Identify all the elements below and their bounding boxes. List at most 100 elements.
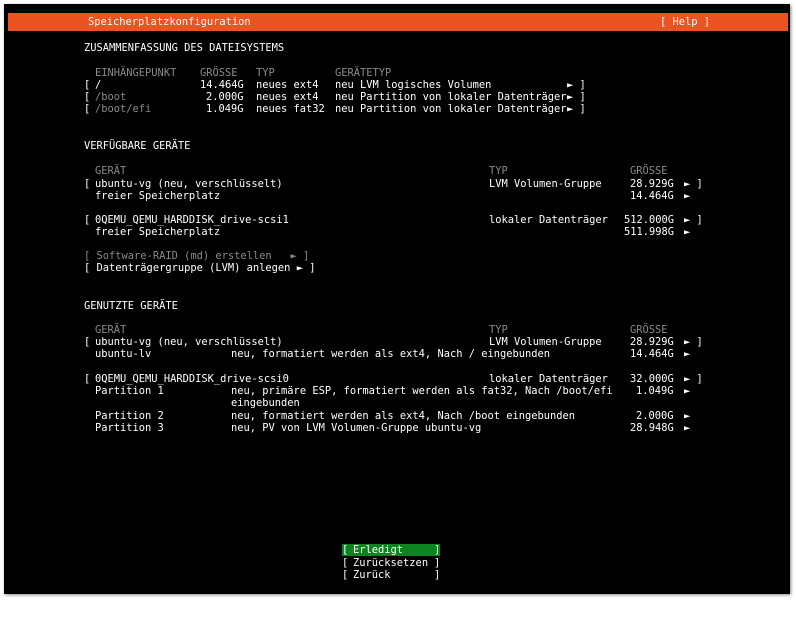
col-device: GERÄT — [95, 324, 127, 336]
fs-row-boot[interactable]: [ /boot 2.000G neues ext4 neu Partition … — [84, 91, 684, 103]
installer-screen: Speicherplatzkonfiguration [ Help ] ZUSA… — [4, 4, 790, 594]
col-mountpoint: EINHÄNGEPUNKT — [95, 67, 177, 79]
used-row-partition-1[interactable]: Partition 1 neu, primäre ESP, formatiert… — [84, 385, 724, 409]
col-type: TYP — [489, 324, 508, 336]
device-size: 512.000G — [624, 214, 675, 226]
bracket-open: [ — [84, 103, 91, 115]
device-name: 0QEMU_QEMU_HARDDISK_drive-scsi1 — [95, 214, 289, 226]
mountpoint: / — [95, 79, 102, 91]
back-button[interactable]: [ Zurück ] — [342, 569, 440, 581]
type: neues ext4 — [256, 79, 319, 91]
device-desc-continued: eingebunden — [231, 397, 300, 409]
available-row-free-space[interactable]: freier Speicherplatz 511.998G ► — [84, 226, 724, 238]
used-row-partition-3[interactable]: Partition 3 neu, PV von LVM Volumen-Grup… — [84, 422, 724, 434]
fs-row-boot-efi[interactable]: [ /boot/efi 1.049G neues fat32 neu Parti… — [84, 103, 684, 115]
create-raid-button[interactable]: [ Software-RAID (md) erstellen ► ] — [84, 250, 309, 262]
button-label: Zurück — [353, 569, 391, 581]
bracket-open: [ — [84, 373, 91, 385]
device-name: ubuntu-vg (neu, verschlüsselt) — [95, 178, 283, 190]
bracket-open: [ — [84, 79, 91, 91]
arrow-right-icon[interactable]: ► ] — [684, 178, 703, 190]
devtype: neu Partition von lokaler Datenträger — [335, 91, 567, 103]
bracket-open: [ — [84, 214, 91, 226]
bracket-open: [ — [84, 91, 91, 103]
available-columns: GERÄT TYP GRÖSSE — [84, 165, 724, 177]
arrow-right-icon[interactable]: ► — [684, 190, 690, 202]
device-size: 1.049G — [636, 385, 674, 397]
device-name: freier Speicherplatz — [95, 190, 221, 202]
device-type: LVM Volumen-Gruppe — [489, 178, 602, 190]
bracket-open: [ — [84, 336, 91, 348]
size: 1.049G — [206, 103, 244, 115]
col-size: GRÖSSE — [630, 165, 668, 177]
arrow-right-icon[interactable]: ► ] — [684, 214, 703, 226]
used-row-partition-2[interactable]: Partition 2 neu, formatiert werden als e… — [84, 410, 724, 422]
used-row-scsi0[interactable]: [ 0QEMU_QEMU_HARDDISK_drive-scsi0 lokale… — [84, 373, 724, 385]
device-size: 14.464G — [630, 348, 674, 360]
bracket-close: ] — [434, 557, 441, 569]
arrow-right-icon[interactable]: ► ] — [567, 103, 586, 115]
create-lvm-button[interactable]: [ Datenträgergruppe (LVM) anlegen ► ] — [84, 262, 315, 274]
device-type: lokaler Datenträger — [489, 373, 608, 385]
done-button[interactable]: [ Erledigt ] — [342, 544, 440, 556]
bracket-close: ] — [434, 544, 441, 556]
device-desc: neu, PV von LVM Volumen-Gruppe ubuntu-vg — [231, 422, 482, 434]
device-size: 28.948G — [630, 422, 674, 434]
col-size: GRÖSSE — [630, 324, 668, 336]
arrow-right-icon[interactable]: ► — [684, 385, 690, 397]
help-button[interactable]: [ Help ] — [660, 16, 710, 28]
button-label: Erledigt — [353, 544, 404, 556]
col-size: GRÖSSE — [200, 67, 238, 79]
col-devtype: GERÄTETYP — [335, 67, 392, 79]
button-label: Zurücksetzen — [353, 557, 429, 569]
used-row-ubuntu-vg[interactable]: [ ubuntu-vg (neu, verschlüsselt) LVM Vol… — [84, 336, 724, 348]
arrow-right-icon[interactable]: ► — [684, 226, 690, 238]
size: 2.000G — [206, 91, 244, 103]
col-device: GERÄT — [95, 165, 127, 177]
type: neues ext4 — [256, 91, 319, 103]
available-row-free-space[interactable]: freier Speicherplatz 14.464G ► — [84, 190, 724, 202]
device-size: 32.000G — [630, 373, 674, 385]
available-row-ubuntu-vg[interactable]: [ ubuntu-vg (neu, verschlüsselt) LVM Vol… — [84, 178, 724, 190]
arrow-right-icon[interactable]: ► ] — [684, 373, 703, 385]
devtype: neu LVM logisches Volumen — [335, 79, 492, 91]
device-type: lokaler Datenträger — [489, 214, 608, 226]
arrow-right-icon[interactable]: ► ] — [684, 336, 703, 348]
arrow-right-icon[interactable]: ► — [684, 348, 690, 360]
reset-button[interactable]: [ Zurücksetzen ] — [342, 557, 440, 569]
arrow-right-icon[interactable]: ► ] — [567, 79, 586, 91]
mountpoint: /boot/efi — [95, 103, 152, 115]
device-desc: neu, formatiert werden als ext4, Nach / … — [231, 348, 551, 360]
device-name: ubuntu-vg (neu, verschlüsselt) — [95, 336, 283, 348]
device-name: 0QEMU_QEMU_HARDDISK_drive-scsi0 — [95, 373, 289, 385]
bracket-open: [ — [342, 544, 349, 556]
size: 14.464G — [200, 79, 244, 91]
device-name: Partition 1 — [95, 385, 164, 397]
arrow-right-icon[interactable]: ► — [684, 422, 690, 434]
used-row-ubuntu-lv[interactable]: ubuntu-lv neu, formatiert werden als ext… — [84, 348, 724, 360]
header-bar: Speicherplatzkonfiguration [ Help ] — [8, 13, 788, 31]
device-name: Partition 3 — [95, 422, 164, 434]
used-devices-heading: GENUTZTE GERÄTE — [84, 300, 178, 312]
device-name: ubuntu-lv — [95, 348, 152, 360]
devtype: neu Partition von lokaler Datenträger — [335, 103, 567, 115]
device-size: 28.929G — [630, 178, 674, 190]
type: neues fat32 — [256, 103, 325, 115]
device-name: freier Speicherplatz — [95, 226, 221, 238]
device-size: 511.998G — [624, 226, 675, 238]
available-devices-heading: VERFÜGBARE GERÄTE — [84, 140, 191, 152]
fs-summary-heading: ZUSAMMENFASSUNG DES DATEISYSTEMS — [84, 42, 285, 54]
arrow-right-icon[interactable]: ► ] — [567, 91, 586, 103]
arrow-right-icon[interactable]: ► — [684, 410, 690, 422]
device-name: Partition 2 — [95, 410, 164, 422]
fs-row-root[interactable]: [ / 14.464G neues ext4 neu LVM logisches… — [84, 79, 684, 91]
device-type: LVM Volumen-Gruppe — [489, 336, 602, 348]
device-desc: neu, formatiert werden als ext4, Nach /b… — [231, 410, 576, 422]
available-row-scsi1[interactable]: [ 0QEMU_QEMU_HARDDISK_drive-scsi1 lokale… — [84, 214, 724, 226]
used-columns: GERÄT TYP GRÖSSE — [84, 324, 724, 336]
col-type: TYP — [489, 165, 508, 177]
device-size: 2.000G — [636, 410, 674, 422]
bracket-open: [ — [342, 569, 349, 581]
col-type: TYP — [256, 67, 275, 79]
page-title: Speicherplatzkonfiguration — [88, 16, 251, 28]
